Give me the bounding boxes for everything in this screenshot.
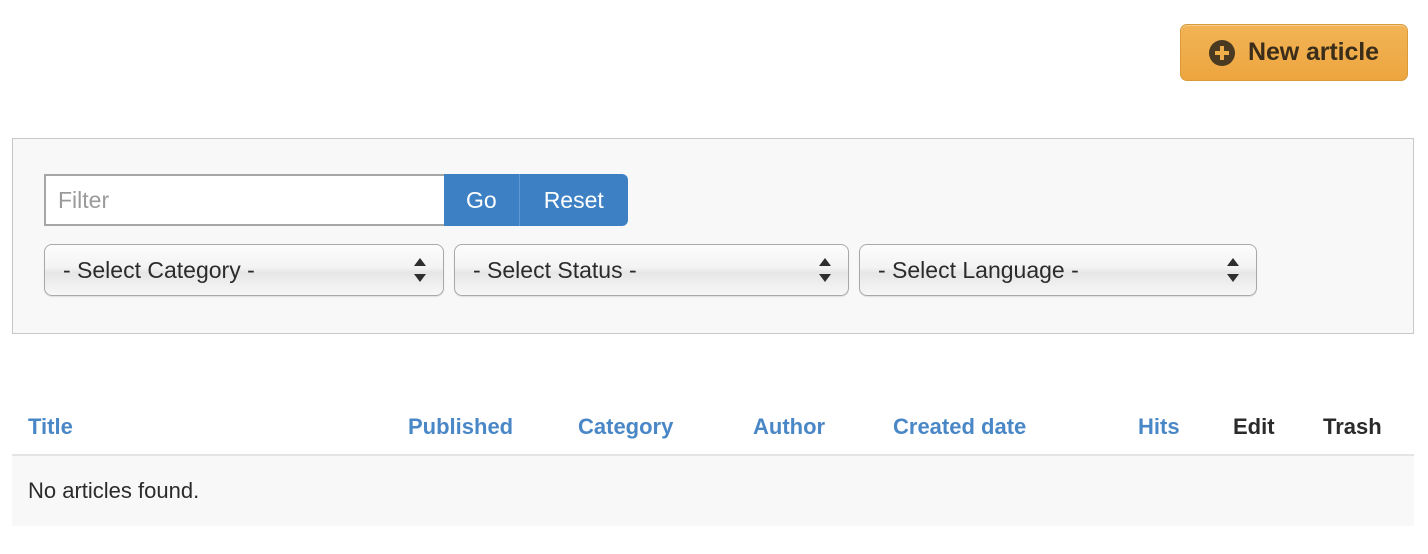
column-header-published[interactable]: Published (408, 404, 578, 456)
new-article-button-label: New article (1248, 38, 1379, 66)
select-status[interactable]: - Select Status - (454, 244, 849, 296)
select-category-value: - Select Category - (63, 256, 255, 283)
chevron-updown-icon (819, 257, 832, 283)
filter-select-row: - Select Category - - Select Status - - … (44, 244, 1257, 296)
table-header-row: Title Published Category Author Created … (12, 404, 1414, 456)
column-header-hits[interactable]: Hits (1138, 404, 1233, 456)
filter-panel: Go Reset - Select Category - - Select St… (12, 138, 1414, 334)
select-category[interactable]: - Select Category - (44, 244, 444, 296)
empty-state-row: No articles found. (12, 455, 1414, 526)
select-status-value: - Select Status - (473, 256, 637, 283)
plus-circle-icon (1209, 39, 1236, 66)
select-language-value: - Select Language - (878, 256, 1079, 283)
empty-state-message: No articles found. (12, 455, 1414, 526)
chevron-updown-icon (1227, 257, 1240, 283)
chevron-updown-icon (414, 257, 427, 283)
column-header-trash: Trash (1323, 404, 1414, 456)
column-header-created-date[interactable]: Created date (893, 404, 1138, 456)
column-header-title[interactable]: Title (12, 404, 408, 456)
select-language[interactable]: - Select Language - (859, 244, 1257, 296)
articles-table-head: Title Published Category Author Created … (12, 404, 1414, 456)
column-header-category[interactable]: Category (578, 404, 753, 456)
articles-table-container: Title Published Category Author Created … (12, 404, 1414, 526)
page-toolbar: New article (0, 0, 1428, 110)
articles-table: Title Published Category Author Created … (12, 404, 1414, 526)
filter-search-row: Go Reset (44, 174, 628, 226)
new-article-button[interactable]: New article (1180, 24, 1408, 81)
articles-table-body: No articles found. (12, 455, 1414, 526)
filter-reset-button[interactable]: Reset (519, 174, 628, 226)
column-header-author[interactable]: Author (753, 404, 893, 456)
filter-go-button[interactable]: Go (444, 174, 520, 226)
column-header-edit: Edit (1233, 404, 1323, 456)
filter-search-input[interactable] (44, 174, 444, 226)
